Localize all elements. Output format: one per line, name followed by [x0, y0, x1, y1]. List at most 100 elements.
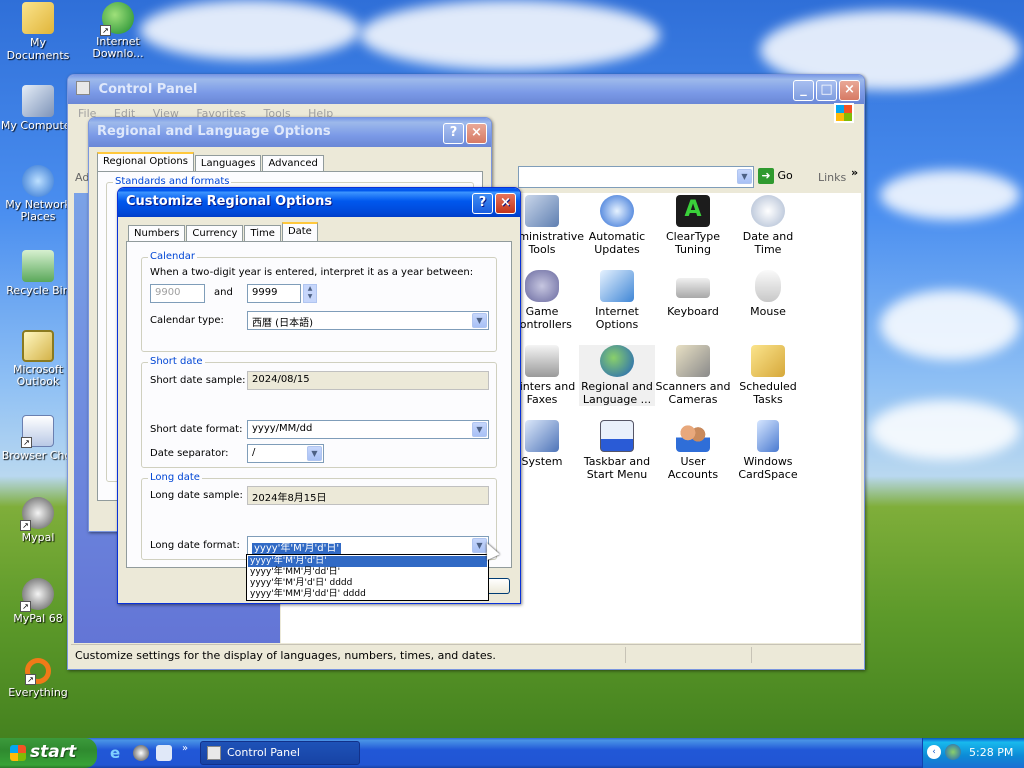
close-button[interactable]: ×	[839, 80, 860, 101]
long-date-sample-label: Long date sample:	[150, 490, 243, 501]
status-divider	[625, 647, 626, 663]
network-tray-icon[interactable]	[945, 744, 961, 760]
desktop-icon-my-computer[interactable]: My Computer	[0, 85, 76, 132]
short-date-format-label: Short date format:	[150, 424, 243, 435]
quick-launch-browser-icon[interactable]	[156, 745, 172, 761]
cp-item-automatic-updates[interactable]: Automatic Updates	[579, 195, 655, 256]
status-divider	[751, 647, 752, 663]
system-tray: ‹ 5:28 PM	[922, 738, 1024, 768]
quick-launch-mypal-icon[interactable]	[133, 745, 149, 761]
quick-launch-chevron-icon[interactable]: »	[182, 743, 188, 754]
status-text: Customize settings for the display of la…	[75, 649, 496, 662]
tray-expand-icon[interactable]: ‹	[927, 745, 941, 759]
desktop-icon-microsoft-outlook[interactable]: Microsoft Outlook	[0, 330, 76, 388]
long-date-format-dropdown: yyyy'年'M'月'd'日' yyyy'年'MM'月'dd'日' yyyy'年…	[246, 554, 489, 601]
help-button[interactable]: ?	[472, 193, 493, 214]
links-label[interactable]: Links	[818, 171, 846, 184]
browser-choice-icon: ↗	[21, 415, 54, 448]
long-date-format-select[interactable]: yyyy'年'M'月'd'日' ▼	[247, 536, 489, 555]
two-digit-year-text: When a two-digit year is entered, interp…	[150, 267, 474, 278]
long-date-format-label: Long date format:	[150, 540, 240, 551]
date-separator-select[interactable]: / ▼	[247, 444, 324, 463]
cp-item-keyboard[interactable]: Keyboard	[655, 270, 731, 318]
date-separator-label: Date separator:	[150, 448, 229, 459]
network-icon	[22, 165, 54, 197]
desktop-icon-recycle-bin[interactable]: Recycle Bin	[0, 250, 76, 297]
cp-item-regional-and-language[interactable]: Regional and Language ...	[579, 345, 655, 406]
control-panel-titlebar[interactable]: Control Panel _ □ ×	[68, 75, 864, 104]
administrative-tools-icon	[525, 195, 559, 227]
cp-item-taskbar-and-start-menu[interactable]: Taskbar and Start Menu	[579, 420, 655, 481]
calendar-type-label: Calendar type:	[150, 315, 224, 326]
and-label: and	[214, 287, 233, 298]
dropdown-option[interactable]: yyyy'年'M'月'd'日' dddd	[248, 578, 487, 589]
cp-item-scanners-and-cameras[interactable]: Scanners and Cameras	[655, 345, 731, 406]
cp-item-mouse[interactable]: Mouse	[730, 270, 806, 318]
outlook-icon	[22, 330, 54, 362]
links-chevron-icon[interactable]: »	[851, 166, 858, 179]
close-button[interactable]: ×	[495, 193, 516, 214]
calendar-type-select[interactable]: 西暦 (日本語) ▼	[247, 311, 489, 330]
cp-item-cleartype-tuning[interactable]: A ClearType Tuning	[655, 195, 731, 256]
tab-languages[interactable]: Languages	[194, 155, 262, 171]
cp-item-windows-cardspace[interactable]: Windows CardSpace	[730, 420, 806, 481]
desktop-icon-everything[interactable]: ↗ Everything	[0, 658, 76, 699]
dropdown-option[interactable]: yyyy'年'M'月'd'日'	[248, 556, 487, 567]
customize-regional-dialog: Customize Regional Options ? × Numbers C…	[117, 187, 521, 604]
chevron-down-icon[interactable]: ▼	[472, 422, 487, 437]
desktop-icon-mypal[interactable]: ↗ Mypal	[0, 497, 76, 544]
windows-update-icon	[600, 195, 634, 227]
globe-download-icon: ↗	[100, 2, 134, 36]
maximize-button[interactable]: □	[816, 80, 837, 101]
raccoon-icon: ↗	[20, 497, 54, 531]
user-accounts-icon	[676, 420, 710, 452]
tab-date[interactable]: Date	[281, 222, 318, 241]
printer-icon	[525, 345, 559, 377]
cp-item-user-accounts[interactable]: User Accounts	[655, 420, 731, 481]
chevron-down-icon[interactable]: ▼	[472, 313, 487, 328]
minimize-button[interactable]: _	[793, 80, 814, 101]
short-date-group: Short date Short date sample: 2024/08/15…	[141, 356, 497, 468]
raccoon-icon: ↗	[20, 578, 54, 612]
tab-currency[interactable]: Currency	[186, 225, 244, 241]
customize-dialog-titlebar[interactable]: Customize Regional Options ? ×	[118, 188, 520, 217]
year-to-field[interactable]: 9999	[247, 284, 301, 303]
desktop-icon-my-network-places[interactable]: My Network Places	[0, 165, 76, 223]
tab-advanced[interactable]: Advanced	[262, 155, 324, 171]
clock[interactable]: 5:28 PM	[969, 746, 1013, 759]
tab-regional-options[interactable]: Regional Options	[97, 152, 194, 171]
short-date-format-select[interactable]: yyyy/MM/dd ▼	[247, 420, 489, 439]
long-date-sample-field: 2024年8月15日	[247, 486, 489, 505]
start-button[interactable]: start	[0, 738, 97, 768]
dropdown-option[interactable]: yyyy'年'MM'月'dd'日'	[248, 567, 487, 578]
regional-dialog-titlebar[interactable]: Regional and Language Options ? ×	[89, 118, 491, 147]
cleartype-icon: A	[676, 195, 710, 227]
year-to-spinner[interactable]: ▲ ▼	[303, 284, 317, 303]
chevron-down-icon[interactable]: ▼	[307, 446, 322, 461]
dropdown-option[interactable]: yyyy'年'MM'月'dd'日' dddd	[248, 589, 487, 600]
desktop-icon-internet-download[interactable]: ↗ Internet Downlo...	[80, 2, 156, 60]
help-button[interactable]: ?	[443, 123, 464, 144]
tab-time[interactable]: Time	[244, 225, 281, 241]
cp-item-date-and-time[interactable]: Date and Time	[730, 195, 806, 256]
close-button[interactable]: ×	[466, 123, 487, 144]
tab-numbers[interactable]: Numbers	[128, 225, 186, 241]
year-from-field: 9900	[150, 284, 205, 303]
go-button[interactable]: ➜ Go	[758, 168, 806, 186]
windows-logo-icon	[834, 103, 854, 123]
taskbar: start e » Control Panel ‹ 5:28 PM	[0, 738, 1024, 768]
control-panel-icon	[76, 81, 90, 95]
folder-icon	[22, 2, 54, 34]
status-bar: Customize settings for the display of la…	[71, 644, 861, 666]
cp-item-internet-options[interactable]: Internet Options	[579, 270, 655, 331]
address-field[interactable]: ▼	[518, 166, 754, 188]
quick-launch-ie-icon[interactable]: e	[110, 745, 126, 761]
cp-item-scheduled-tasks[interactable]: Scheduled Tasks	[730, 345, 806, 406]
desktop-icon-mypal-68[interactable]: ↗ MyPal 68	[0, 578, 76, 625]
system-icon	[525, 420, 559, 452]
internet-options-icon	[600, 270, 634, 302]
desktop-icon-browser-choice[interactable]: ↗ Browser Choi	[0, 415, 76, 462]
taskbar-item-control-panel[interactable]: Control Panel	[200, 741, 360, 765]
taskbar-icon	[600, 420, 634, 452]
desktop-icon-my-documents[interactable]: My Documents	[0, 2, 76, 62]
